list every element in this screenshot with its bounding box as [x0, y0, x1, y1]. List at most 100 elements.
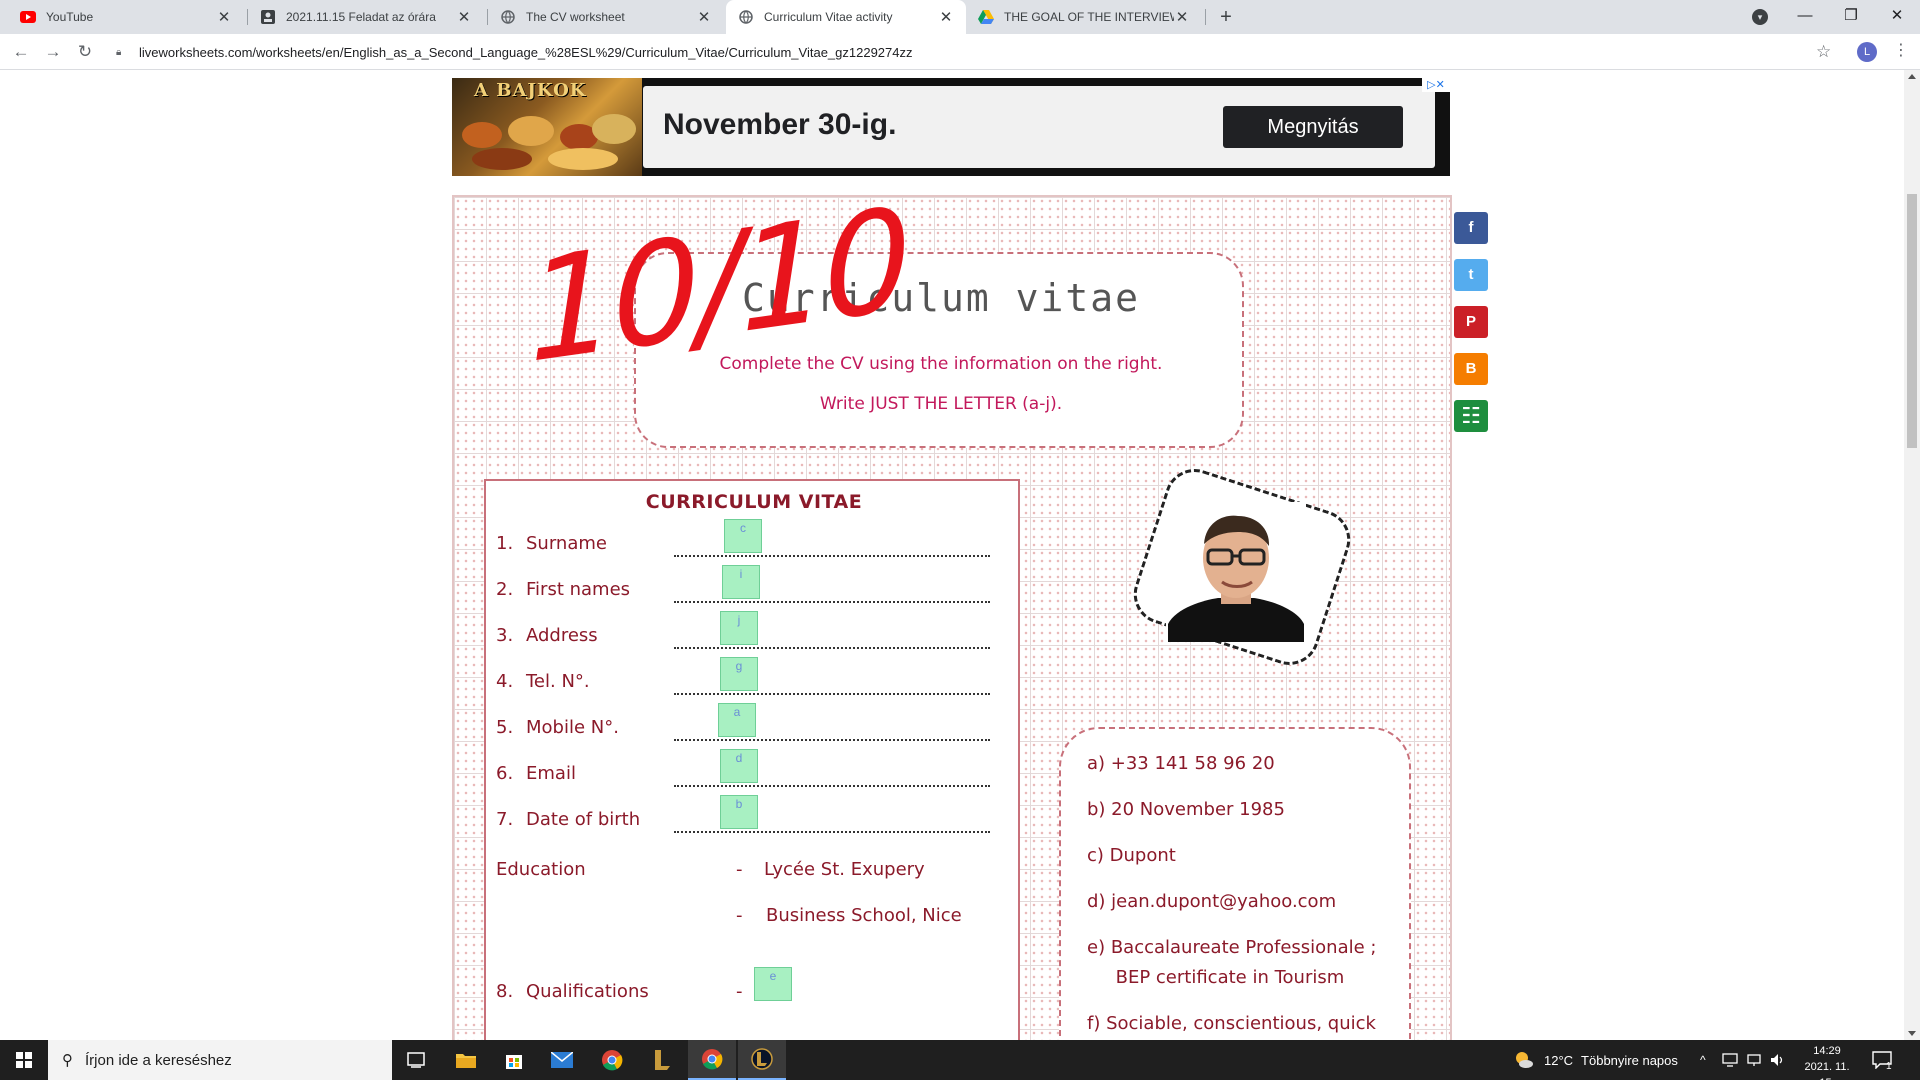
- ad-open-button[interactable]: Megnyitás: [1223, 106, 1403, 148]
- twitter-icon[interactable]: t: [1454, 259, 1488, 291]
- clock-date: 2021. 11. 15.: [1804, 1061, 1850, 1089]
- answer-box-date-of-birth[interactable]: b: [720, 795, 758, 829]
- close-icon[interactable]: ✕: [1174, 8, 1190, 26]
- field-label: Address: [526, 625, 598, 646]
- answer-box-email[interactable]: d: [720, 749, 758, 783]
- notification-count: 1: [1886, 1060, 1892, 1072]
- profile-avatar[interactable]: L: [1857, 42, 1877, 62]
- reload-icon[interactable]: ↻: [73, 40, 97, 64]
- tab-cv-worksheet[interactable]: The CV worksheet ✕: [488, 0, 724, 34]
- cv-form: CURRICULUM VITAE 1. Surname 2. First nam…: [484, 479, 1020, 1040]
- back-icon[interactable]: ←: [9, 40, 33, 64]
- answer-box-surname[interactable]: c: [724, 519, 762, 553]
- network-icon[interactable]: [1722, 1040, 1738, 1080]
- option-a: a) +33 141 58 96 20: [1087, 753, 1275, 774]
- taskbar-clock[interactable]: 14:29 2021. 11. 15.: [1797, 1043, 1857, 1091]
- pinterest-icon[interactable]: P: [1454, 306, 1488, 338]
- chrome-active-icon[interactable]: [688, 1040, 736, 1080]
- answer-box-qualifications[interactable]: e: [754, 967, 792, 1001]
- tab-youtube[interactable]: YouTube ✕: [8, 0, 244, 34]
- ethernet-icon[interactable]: [1746, 1040, 1762, 1080]
- ad-banner[interactable]: A BAJKOK November 30-ig. Megnyitás ▷✕: [452, 78, 1450, 176]
- classroom-icon: [260, 9, 276, 25]
- answer-box-address[interactable]: j: [720, 611, 758, 645]
- tab-curriculum-vitae-activity[interactable]: Curriculum Vitae activity ✕: [726, 0, 966, 34]
- scrollbar-thumb[interactable]: [1907, 194, 1917, 448]
- facebook-icon[interactable]: f: [1454, 212, 1488, 244]
- forward-icon[interactable]: →: [41, 40, 65, 64]
- tab-search-icon[interactable]: ▾: [1752, 9, 1768, 25]
- google-drive-icon: [978, 9, 994, 25]
- show-hidden-icons[interactable]: ^: [1700, 1040, 1706, 1080]
- ad-headline: November 30-ig.: [663, 108, 897, 141]
- education-item: Business School, Nice: [766, 905, 962, 926]
- food-plate: [592, 114, 636, 144]
- field-number: 7.: [496, 809, 514, 830]
- address-bar[interactable]: 🔒︎ liveworksheets.com/worksheets/en/Engl…: [104, 37, 1840, 67]
- restore-button[interactable]: ❐: [1828, 0, 1874, 34]
- weather-widget[interactable]: 12°C Többnyire napos: [1514, 1040, 1678, 1080]
- option-e-continued: BEP certificate in Tourism: [1087, 967, 1345, 988]
- blogger-icon[interactable]: B: [1454, 353, 1488, 385]
- field-number: 2.: [496, 579, 514, 600]
- tab-separator: [1205, 9, 1206, 25]
- new-tab-button[interactable]: +: [1212, 4, 1240, 30]
- ad-choices-icon[interactable]: ▷✕: [1422, 78, 1450, 92]
- options-box: a) +33 141 58 96 20 b) 20 November 1985 …: [1059, 727, 1411, 1040]
- field-number: 6.: [496, 763, 514, 784]
- globe-icon: [500, 9, 516, 25]
- scroll-up-icon[interactable]: [1908, 74, 1916, 79]
- answer-box-tel[interactable]: g: [720, 657, 758, 691]
- search-placeholder: Írjon ide a kereséshez: [85, 1051, 232, 1069]
- tab-label: The CV worksheet: [526, 10, 625, 24]
- windows-taskbar: ⚲ Írjon ide a kereséshez 12°C Többnyire …: [0, 1040, 1920, 1089]
- close-window-button[interactable]: ✕: [1874, 0, 1920, 34]
- cv-field-qualifications: 8. Qualifications -: [496, 977, 1006, 1009]
- chrome-icon[interactable]: [588, 1040, 636, 1080]
- file-explorer-icon[interactable]: [442, 1040, 490, 1080]
- store-icon[interactable]: [490, 1040, 538, 1080]
- option-c: c) Dupont: [1087, 845, 1176, 866]
- bookmark-star-icon[interactable]: ☆: [1816, 42, 1831, 62]
- league-launcher-icon[interactable]: [638, 1040, 686, 1080]
- dotted-line: [674, 555, 990, 557]
- tab-label: THE GOAL OF THE INTERVIEW IS: [1004, 10, 1174, 24]
- ad-image[interactable]: A BAJKOK: [452, 78, 642, 176]
- volume-icon[interactable]: [1770, 1040, 1786, 1080]
- dotted-line: [674, 831, 990, 833]
- task-view-icon[interactable]: [392, 1040, 440, 1080]
- league-client-icon[interactable]: [738, 1040, 786, 1080]
- tab-goal-of-interview[interactable]: THE GOAL OF THE INTERVIEW IS ✕: [966, 0, 1202, 34]
- url-text: liveworksheets.com/worksheets/en/English…: [139, 44, 913, 60]
- worksheet: Curriculum vitae Complete the CV using t…: [452, 195, 1452, 1040]
- food-plate: [472, 148, 532, 170]
- weather-text: Többnyire napos: [1581, 1052, 1678, 1068]
- menu-kebab-icon[interactable]: ⋮: [1893, 40, 1909, 60]
- minimize-button[interactable]: —: [1782, 0, 1828, 34]
- food-plate: [508, 116, 554, 146]
- ad-card[interactable]: November 30-ig. Megnyitás: [643, 86, 1435, 168]
- close-icon[interactable]: ✕: [696, 8, 712, 26]
- page-scrollbar[interactable]: [1904, 70, 1920, 1040]
- taskbar-search[interactable]: ⚲ Írjon ide a kereséshez: [48, 1040, 392, 1080]
- scroll-down-icon[interactable]: [1908, 1031, 1916, 1036]
- field-number: 8.: [496, 981, 514, 1002]
- ad-brand: A BAJKOK: [474, 80, 587, 101]
- option-f: f) Sociable, conscientious, quick: [1087, 1013, 1376, 1034]
- weather-temp: 12°C: [1544, 1052, 1574, 1068]
- field-label: Email: [526, 763, 576, 784]
- mail-icon[interactable]: [538, 1040, 586, 1080]
- close-icon[interactable]: ✕: [456, 8, 472, 26]
- answer-box-mobile[interactable]: a: [718, 703, 756, 737]
- dotted-line: [674, 739, 990, 741]
- notification-center-icon[interactable]: 1: [1872, 1040, 1892, 1080]
- tab-feladat[interactable]: 2021.11.15 Feladat az órára ✕: [248, 0, 484, 34]
- classroom-share-icon[interactable]: ☷: [1454, 400, 1488, 432]
- answer-box-first-names[interactable]: i: [722, 565, 760, 599]
- start-button[interactable]: [0, 1040, 48, 1080]
- close-icon[interactable]: ✕: [938, 8, 954, 26]
- dash: -: [736, 981, 743, 1002]
- close-icon[interactable]: ✕: [216, 8, 232, 26]
- field-label: Mobile N°.: [526, 717, 619, 738]
- option-b: b) 20 November 1985: [1087, 799, 1285, 820]
